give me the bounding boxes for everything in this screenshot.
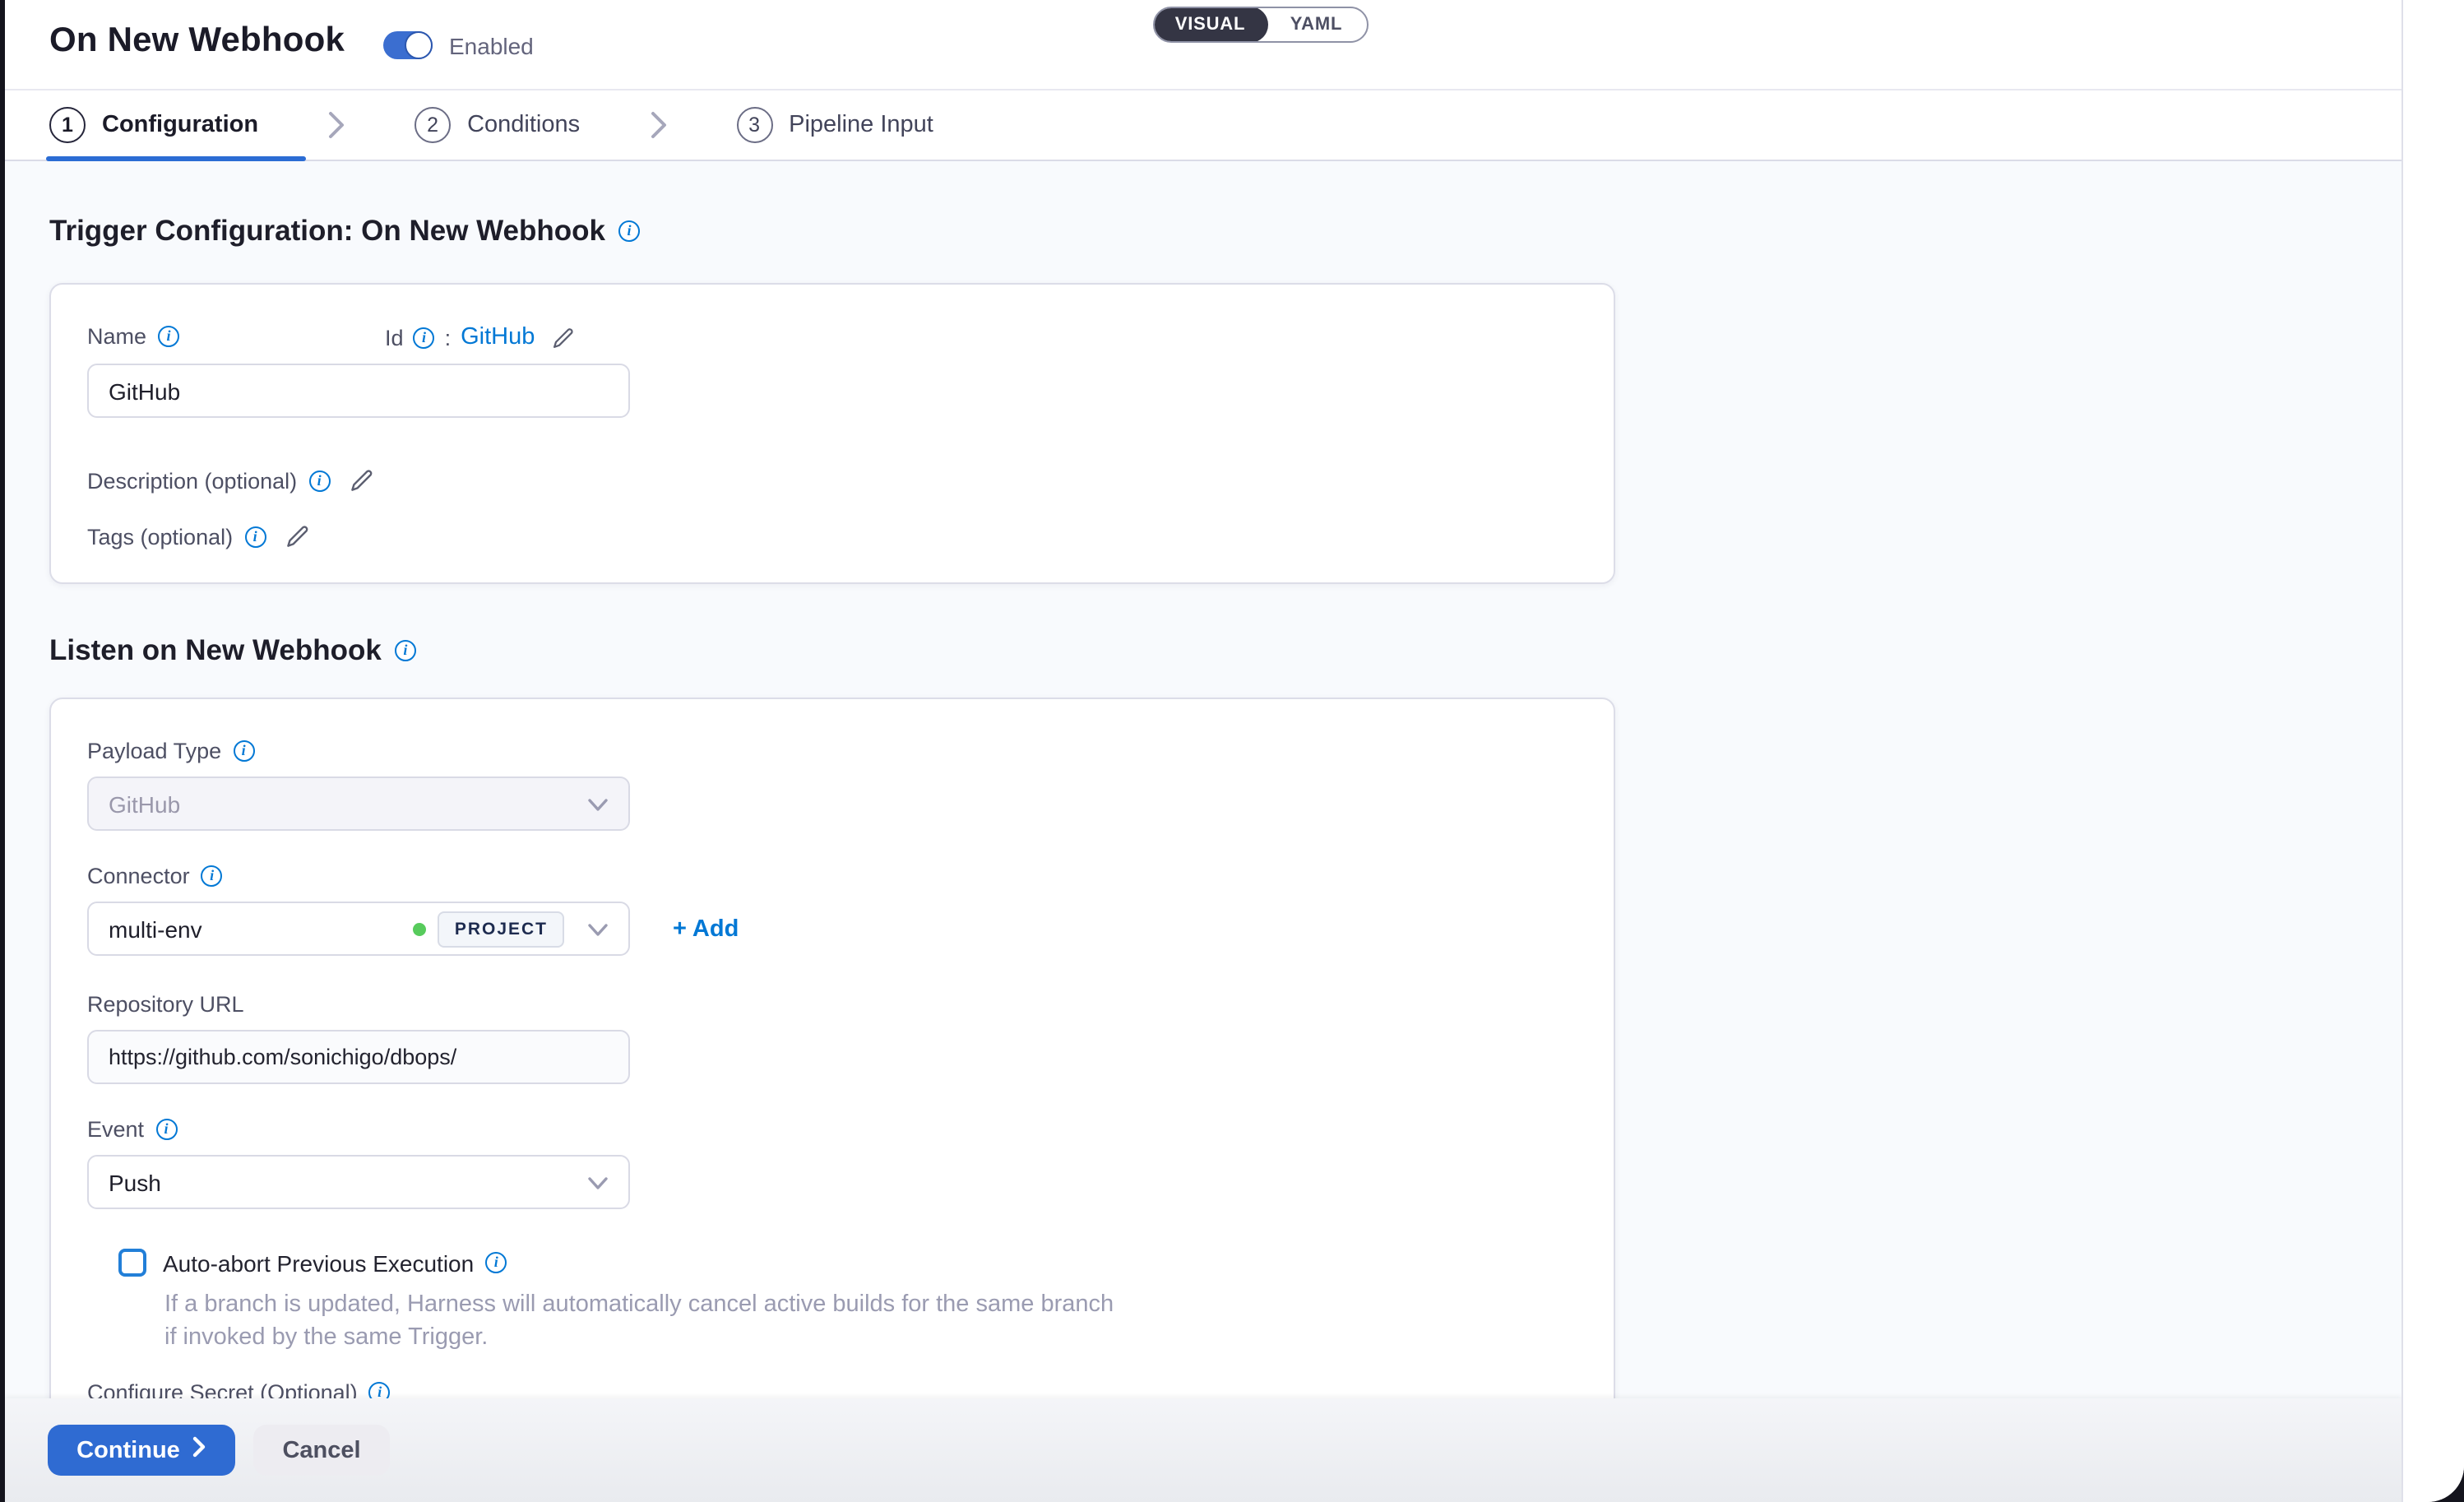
id-value: GitHub [461,324,535,350]
tags-row: Tags (optional) i [87,523,1577,549]
payload-type-select[interactable]: GitHub [87,776,630,831]
auto-abort-checkbox[interactable] [118,1249,146,1277]
auto-abort-help: If a branch is updated, Harness will aut… [164,1290,1577,1354]
edit-icon[interactable] [284,523,310,549]
info-icon[interactable]: i [155,1119,177,1140]
info-icon[interactable]: i [414,327,435,348]
chevron-down-icon [587,916,609,942]
trigger-config-heading: Trigger Configuration: On New Webhook i [49,214,640,248]
edit-icon[interactable] [551,325,576,350]
scope-badge: PROJECT [438,911,564,947]
step-number: 3 [736,107,772,143]
page-title: On New Webhook [49,21,345,61]
edit-icon[interactable] [348,467,374,494]
right-rail [2401,0,2464,1502]
tab-pipeline-input[interactable]: 3 Pipeline Input [736,107,933,143]
connector-select[interactable]: multi-env PROJECT [87,902,630,956]
description-row: Description (optional) i [87,467,1577,494]
step-number: 2 [415,107,451,143]
repo-url-label: Repository URL [87,992,1577,1017]
info-icon[interactable]: i [308,470,330,491]
info-icon[interactable]: i [485,1252,507,1273]
event-select[interactable]: Push [87,1155,630,1209]
name-input[interactable] [87,364,630,418]
payload-type-label: Payload Type i [87,739,1577,763]
visual-yaml-toggle: VISUAL YAML [1153,7,1369,43]
connector-value: multi-env [109,916,202,942]
cancel-button[interactable]: Cancel [253,1425,390,1476]
id-row: Id i : GitHub [385,324,576,350]
chevron-right-icon [193,1436,206,1464]
chevron-right-icon [649,110,667,140]
enabled-toggle[interactable] [383,31,433,59]
connector-status-icon [414,922,427,935]
info-icon[interactable]: i [158,326,179,347]
enabled-toggle-label: Enabled [449,32,534,58]
listen-heading: Listen on New Webhook i [49,633,416,668]
step-number: 1 [49,107,86,143]
event-label: Event i [87,1117,1577,1142]
chevron-right-icon [327,110,345,140]
yaml-tab[interactable]: YAML [1266,8,1367,41]
info-icon[interactable]: i [244,526,266,547]
add-connector-button[interactable]: + Add [673,916,739,942]
connector-label: Connector i [87,864,1577,888]
trigger-config-card: Name i Id i : GitHub Descript [49,283,1615,584]
visual-tab[interactable]: VISUAL [1153,7,1267,43]
header: On New Webhook Enabled VISUAL YAML [5,0,2401,90]
info-icon[interactable]: i [395,640,416,661]
footer-bar: Continue Cancel [5,1398,2401,1502]
tab-conditions[interactable]: 2 Conditions [415,107,580,143]
wizard-steps: 1 Configuration 2 Conditions 3 Pipeline … [5,90,2401,161]
description-label: Description (optional) [87,468,297,493]
auto-abort-label: Auto-abort Previous Execution i [163,1249,507,1276]
tab-configuration[interactable]: 1 Configuration [49,107,258,143]
info-icon[interactable]: i [618,220,640,242]
tags-label: Tags (optional) [87,524,233,549]
listen-card: Payload Type i GitHub Connector i multi-… [49,698,1615,1502]
chevron-down-icon [587,1169,609,1195]
name-label: Name i [87,324,179,349]
repo-url-input[interactable] [87,1030,630,1084]
toggle-knob [405,31,433,59]
trigger-wizard-window: On New Webhook Enabled VISUAL YAML 1 Con… [5,0,2464,1502]
chevron-down-icon [587,790,609,817]
content-area: Trigger Configuration: On New Webhook i … [5,161,2401,1502]
info-icon[interactable]: i [201,865,223,887]
info-icon[interactable]: i [233,740,254,762]
continue-button[interactable]: Continue [48,1425,235,1476]
id-label: Id [385,325,404,350]
